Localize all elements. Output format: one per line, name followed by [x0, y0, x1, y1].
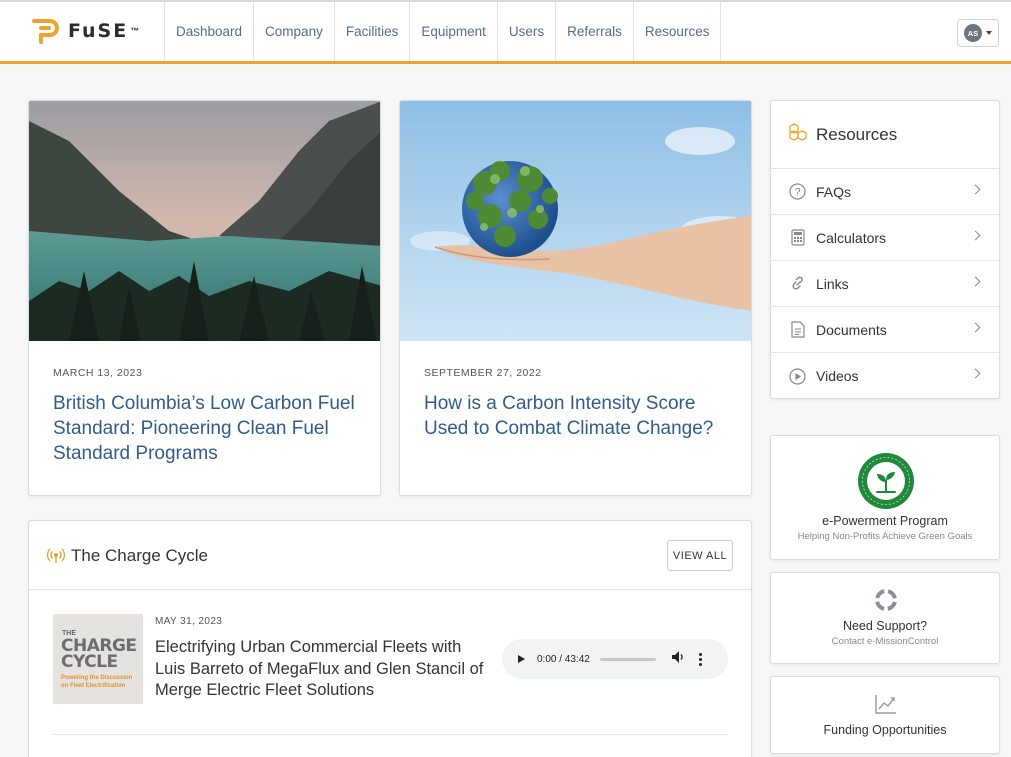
- epowerment-badge-icon: [857, 452, 915, 510]
- charge-cycle-header: The Charge Cycle VIEW ALL: [29, 521, 751, 590]
- episode-date: MAY 31, 2023: [155, 616, 223, 627]
- charge-cycle-title: The Charge Cycle: [71, 546, 209, 565]
- main-nav: Dashboard Company Facilities Equipment U…: [164, 2, 722, 61]
- funding-card[interactable]: Funding Opportunities: [770, 676, 1000, 754]
- nav-users[interactable]: Users: [498, 2, 557, 61]
- audio-time: 0:00 / 43:42: [537, 653, 590, 665]
- support-subtitle: Contact e-MissionControl: [831, 636, 939, 647]
- logo-trademark: ™: [130, 26, 140, 36]
- nav-equipment[interactable]: Equipment: [410, 2, 498, 61]
- resource-label: Calculators: [816, 229, 887, 246]
- chart-line-icon: [874, 693, 898, 715]
- nav-referrals[interactable]: Referrals: [556, 2, 634, 61]
- epowerment-card[interactable]: e-Powerment Program Helping Non-Profits …: [770, 435, 1000, 560]
- resource-item-calculators[interactable]: Calculators: [771, 215, 999, 261]
- resource-item-documents[interactable]: Documents: [771, 307, 999, 353]
- resource-label: Links: [816, 275, 849, 292]
- resource-item-links[interactable]: Links: [771, 261, 999, 307]
- resource-label: Documents: [816, 321, 887, 338]
- resource-item-faqs[interactable]: ? FAQs: [771, 169, 999, 215]
- svg-text:?: ?: [794, 187, 800, 199]
- chevron-right-icon: [970, 184, 981, 195]
- lifebuoy-icon: [875, 589, 897, 611]
- resources-panel: Resources ? FAQs Calculators Links Docum…: [770, 100, 1000, 399]
- calculator-icon: [789, 229, 806, 246]
- fuse-logo[interactable]: FuSE ™: [30, 16, 139, 46]
- resources-header: Resources: [771, 101, 999, 169]
- resource-item-videos[interactable]: Videos: [771, 353, 999, 398]
- audio-progress-slider[interactable]: [599, 657, 656, 661]
- thumb-tagline: Powering the Discussion on Fleet Electri…: [61, 675, 133, 689]
- article-date: MARCH 13, 2023: [53, 367, 143, 379]
- epowerment-title: e-Powerment Program: [822, 514, 948, 528]
- chevron-right-icon: [970, 230, 981, 241]
- article-title-link[interactable]: British Columbia’s Low Carbon Fuel Stand…: [53, 391, 363, 466]
- funding-title: Funding Opportunities: [823, 723, 947, 737]
- more-options-icon[interactable]: [698, 652, 702, 666]
- nav-facilities[interactable]: Facilities: [335, 2, 411, 61]
- episode-title[interactable]: Electrifying Urban Commercial Fleets wit…: [155, 637, 495, 702]
- support-title: Need Support?: [842, 619, 928, 633]
- view-all-button[interactable]: VIEW ALL: [667, 540, 733, 571]
- thumb-cycle: CYCLE: [61, 652, 118, 672]
- avatar: AS: [964, 24, 982, 42]
- nav-company[interactable]: Company: [254, 2, 335, 61]
- chevron-right-icon: [970, 276, 981, 287]
- chevron-down-icon: [986, 31, 992, 35]
- support-card[interactable]: Need Support? Contact e-MissionControl: [770, 572, 1000, 664]
- play-circle-icon: [789, 367, 806, 385]
- resource-label: Videos: [816, 368, 859, 384]
- article-card[interactable]: SEPTEMBER 27, 2022 How is a Carbon Inten…: [399, 100, 752, 496]
- chevron-right-icon: [970, 322, 981, 333]
- play-icon[interactable]: [518, 655, 525, 663]
- article-title-link[interactable]: How is a Carbon Intensity Score Used to …: [424, 391, 734, 441]
- nav-resources[interactable]: Resources: [634, 2, 722, 61]
- boxes-icon: [788, 123, 808, 146]
- article-image-earth-hand: [400, 101, 751, 341]
- top-navbar: FuSE ™ Dashboard Company Facilities Equi…: [0, 0, 1011, 64]
- article-date: SEPTEMBER 27, 2022: [424, 367, 542, 379]
- link-icon: [789, 275, 806, 292]
- article-card[interactable]: MARCH 13, 2023 British Columbia’s Low Ca…: [28, 100, 381, 496]
- resource-label: FAQs: [816, 183, 852, 200]
- divider: [53, 734, 727, 735]
- episode-thumbnail[interactable]: THE CHARGE CYCLE Powering the Discussion…: [53, 614, 143, 704]
- nav-dashboard[interactable]: Dashboard: [165, 2, 255, 61]
- resources-title: Resources: [816, 124, 898, 144]
- charge-cycle-panel: The Charge Cycle VIEW ALL THE CHARGE CYC…: [28, 520, 752, 757]
- logo-text: FuSE: [68, 20, 129, 42]
- article-image-lake: [29, 101, 380, 341]
- chevron-right-icon: [970, 368, 981, 379]
- document-icon: [789, 321, 806, 338]
- podcast-icon: [46, 548, 66, 569]
- user-menu-button[interactable]: AS: [957, 19, 999, 47]
- volume-icon[interactable]: [671, 650, 685, 668]
- epowerment-subtitle: Helping Non-Profits Achieve Green Goals: [797, 531, 973, 542]
- question-circle-icon: ?: [789, 183, 806, 200]
- audio-player: 0:00 / 43:42: [502, 639, 728, 679]
- fuse-logo-icon: [30, 16, 60, 46]
